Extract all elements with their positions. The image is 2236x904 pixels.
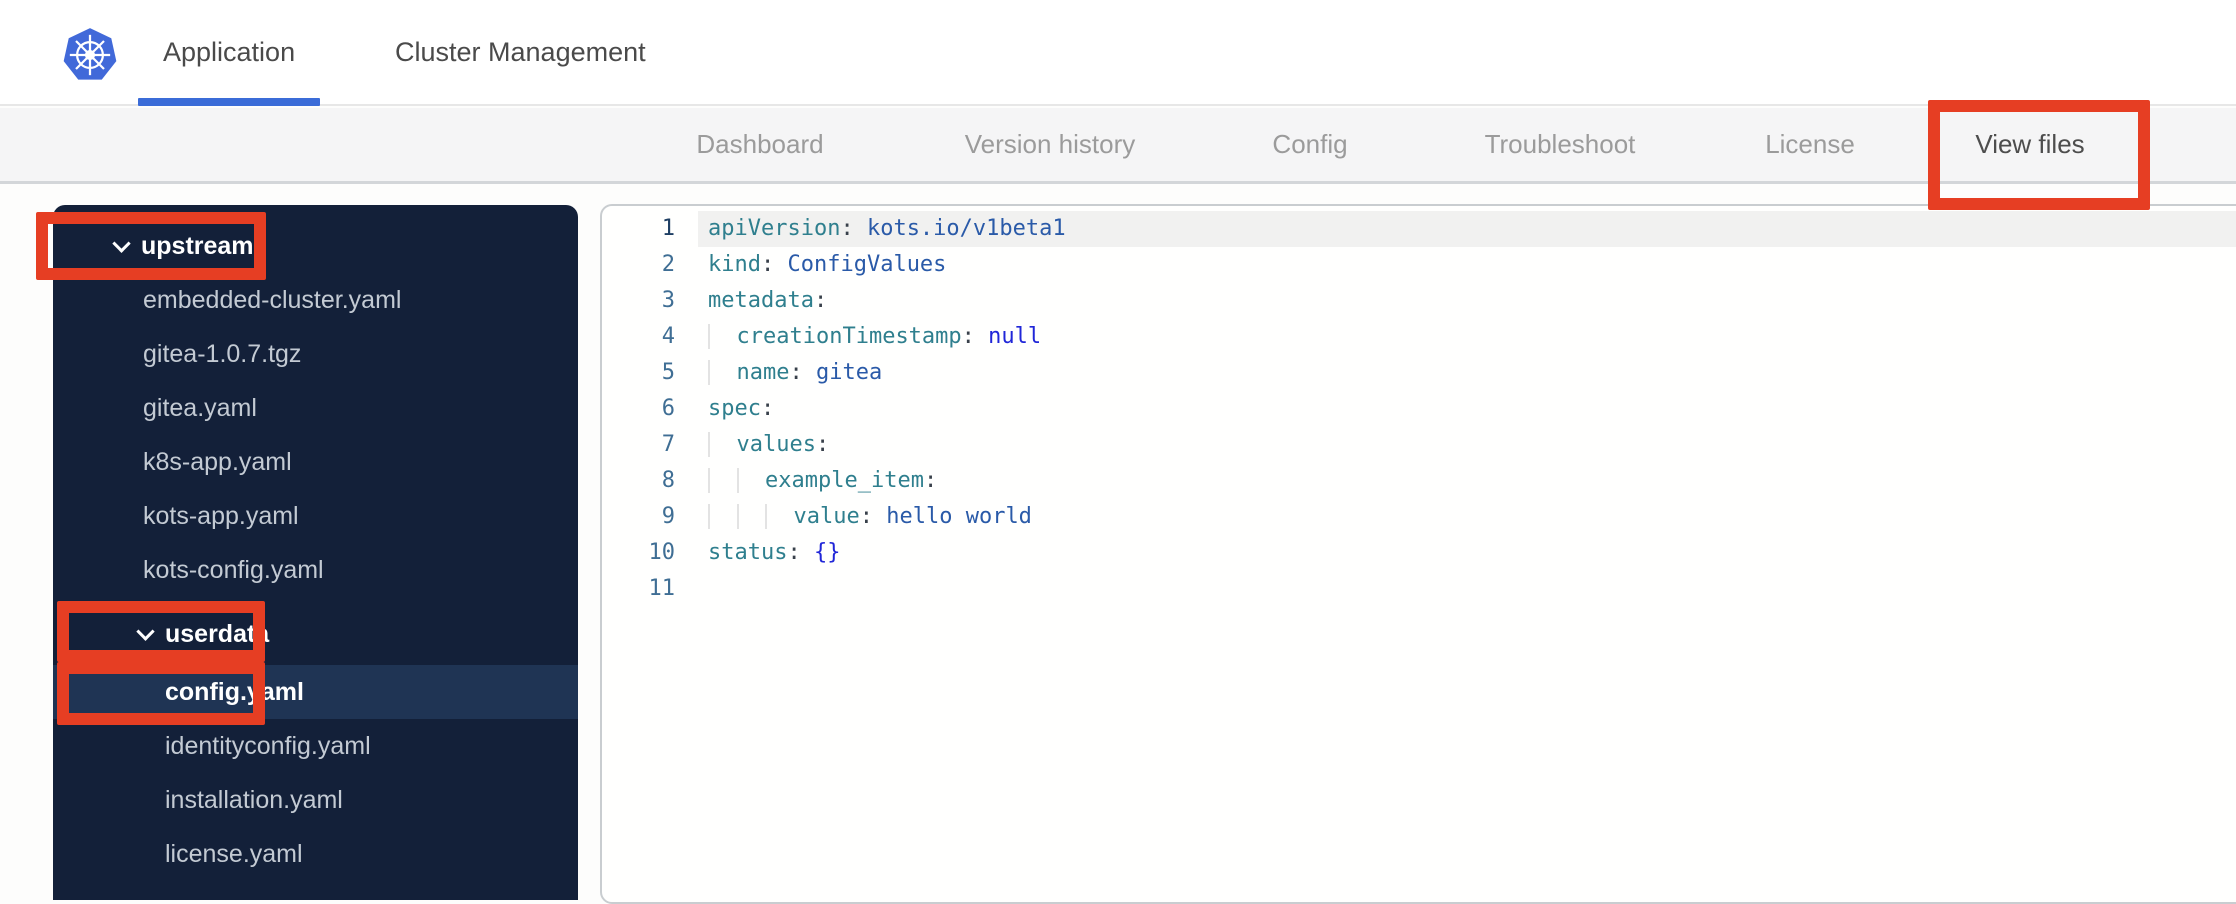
chevron-down-icon — [112, 233, 131, 253]
line-number: 4 — [661, 324, 675, 349]
tab-troubleshoot[interactable]: Troubleshoot — [1485, 108, 1636, 181]
code-line: 5 name: gitea — [602, 355, 2236, 391]
code-line: 1 apiVersion: kots.io/v1beta1 — [602, 211, 2236, 247]
tree-file-kots-app[interactable]: kots-app.yaml — [53, 489, 578, 543]
code-line: 2 kind: ConfigValues — [602, 247, 2236, 283]
line-number: 2 — [661, 252, 675, 277]
folder-label: userdata — [165, 619, 270, 648]
tree-folder-upstream[interactable]: upstream — [53, 219, 578, 273]
tab-view-files[interactable]: View files — [1975, 108, 2084, 181]
line-number: 1 — [661, 216, 675, 241]
code-line: 9 value: hello world — [602, 499, 2236, 535]
line-number: 9 — [661, 504, 675, 529]
tree-file-gitea-yaml[interactable]: gitea.yaml — [53, 381, 578, 435]
active-tab-underline — [138, 98, 320, 106]
tab-dashboard[interactable]: Dashboard — [696, 108, 823, 181]
tab-application[interactable]: Application — [163, 0, 295, 104]
code-line: 10 status: {} — [602, 535, 2236, 571]
line-number: 11 — [648, 576, 676, 601]
file-tree-sidebar: upstream embedded-cluster.yaml gitea-1.0… — [53, 205, 578, 900]
tree-file-installation[interactable]: installation.yaml — [53, 773, 578, 827]
code-line: 7 values: — [602, 427, 2236, 463]
tab-license[interactable]: License — [1765, 108, 1855, 181]
tree-file-license[interactable]: license.yaml — [53, 827, 578, 881]
line-number: 8 — [661, 468, 675, 493]
code-line: 4 creationTimestamp: null — [602, 319, 2236, 355]
line-number: 7 — [661, 432, 675, 457]
code-line: 8 example_item: — [602, 463, 2236, 499]
tree-file-identityconfig[interactable]: identityconfig.yaml — [53, 719, 578, 773]
line-number: 3 — [661, 288, 675, 313]
tree-folder-userdata[interactable]: userdata — [53, 607, 578, 661]
tree-file-gitea-tgz[interactable]: gitea-1.0.7.tgz — [53, 327, 578, 381]
line-number: 5 — [661, 360, 675, 385]
top-navbar: Application Cluster Management — [0, 0, 2236, 106]
tree-file-k8s-app[interactable]: k8s-app.yaml — [53, 435, 578, 489]
tab-version-history[interactable]: Version history — [965, 108, 1136, 181]
kubernetes-logo-icon — [63, 28, 117, 80]
chevron-down-icon — [136, 621, 155, 641]
code-line: 6 spec: — [602, 391, 2236, 427]
line-number: 6 — [661, 396, 675, 421]
tree-file-config-yaml-selected[interactable]: config.yaml — [53, 665, 578, 719]
tree-file-kots-config[interactable]: kots-config.yaml — [53, 543, 578, 597]
tree-file-embedded-cluster[interactable]: embedded-cluster.yaml — [53, 273, 578, 327]
app-subnav: Dashboard Version history Config Trouble… — [0, 108, 2236, 184]
tab-config[interactable]: Config — [1272, 108, 1347, 181]
code-line: 3 metadata: — [602, 283, 2236, 319]
code-line: 11 — [602, 571, 2236, 607]
yaml-file-viewer[interactable]: 1 apiVersion: kots.io/v1beta1 2 kind: Co… — [600, 204, 2236, 904]
folder-label: upstream — [141, 231, 254, 260]
line-number: 10 — [648, 540, 676, 565]
tab-cluster-management[interactable]: Cluster Management — [395, 0, 646, 104]
